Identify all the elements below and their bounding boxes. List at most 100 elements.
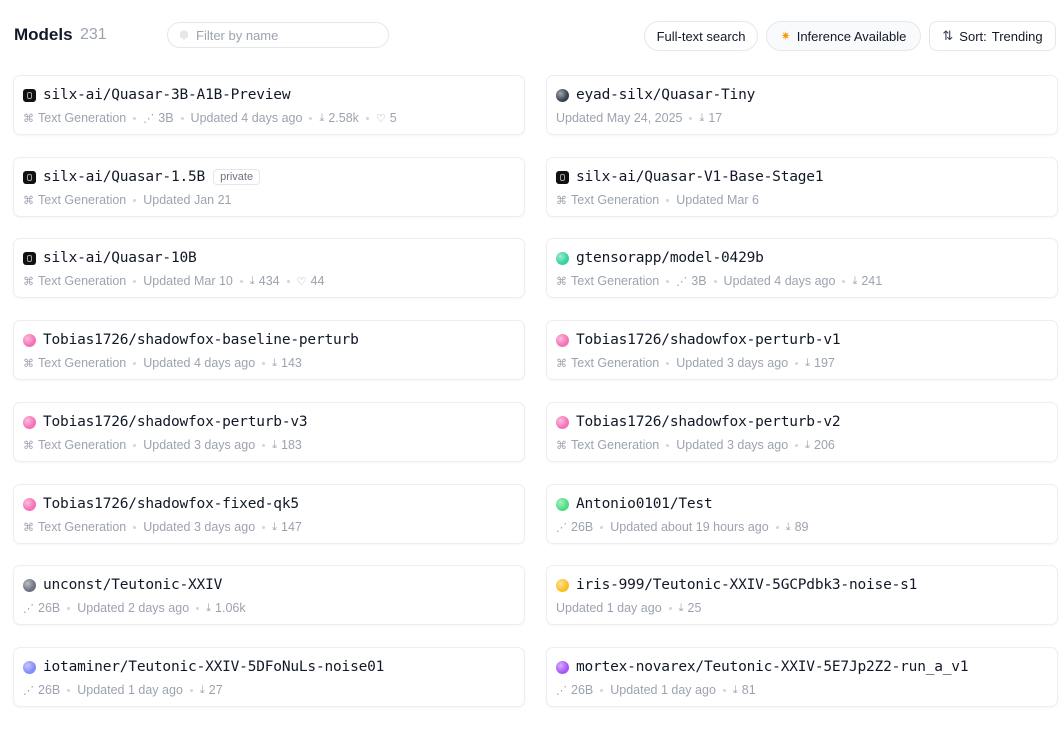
sort-label: Sort:: [959, 28, 987, 44]
model-meta: ⌘ Text Generation ⋰ 3B Updated 4 days ago ⤓ 2.…: [23, 111, 397, 125]
model-meta: ⌘ Text Generation Updated 3 days ago ⤓ 197: [556, 356, 835, 370]
separator-dot: [666, 443, 670, 447]
download-icon: ⤓: [206, 601, 212, 614]
model-name-row: eyad-silx/Quasar-Tiny: [556, 87, 755, 103]
pipeline-tag: Text Generation: [38, 520, 127, 534]
separator-dot: [133, 198, 137, 202]
avatar: [556, 251, 569, 265]
model-name[interactable]: Tobias1726/shadowfox-perturb-v3: [43, 414, 308, 430]
params-icon: ⋰: [23, 602, 34, 615]
model-name[interactable]: silx-ai/Quasar-1.5B: [43, 169, 205, 185]
avatar: [23, 333, 36, 347]
download-icon: ⤓: [699, 111, 705, 124]
downloads-count: 143: [281, 356, 302, 370]
downloads-count: 81: [741, 683, 756, 697]
models-header: Models 231 Full-text search ✷ Inference …: [0, 0, 1060, 72]
model-name-row: Tobias1726/shadowfox-perturb-v3: [23, 414, 308, 430]
separator-dot: [600, 525, 604, 529]
separator-dot: [775, 525, 779, 529]
model-name[interactable]: Tobias1726/shadowfox-fixed-qk5: [43, 496, 299, 512]
separator-dot: [842, 279, 846, 283]
sort-icon: ⇅: [942, 28, 954, 43]
model-card[interactable]: Tobias1726/shadowfox-perturb-v1 ⌘ Text Gen…: [546, 320, 1058, 380]
separator-dot: [666, 361, 670, 365]
model-name[interactable]: iotaminer/Teutonic-XXIV-5DFoNuLs-noise01: [43, 659, 384, 675]
downloads-count: 197: [814, 356, 835, 370]
download-icon: ⤓: [199, 683, 205, 696]
full-text-search-button[interactable]: Full-text search: [644, 21, 758, 51]
model-name[interactable]: Tobias1726/shadowfox-perturb-v2: [576, 414, 841, 430]
model-meta: ⌘ Text Generation Updated Jan 21: [23, 193, 232, 207]
model-card[interactable]: Tobias1726/shadowfox-perturb-v3 ⌘ Text Gen…: [13, 402, 525, 462]
download-icon: ⤓: [852, 274, 858, 287]
model-meta: ⌘ Text Generation Updated 4 days ago ⤓ 143: [23, 356, 302, 370]
updated-date: Updated 1 day ago: [556, 601, 662, 615]
model-meta: ⋰ 26B Updated 2 days ago ⤓ 1.06k: [23, 601, 246, 615]
updated-date: Updated 3 days ago: [143, 520, 256, 534]
model-card[interactable]: silx-ai/Quasar-1.5B private ⌘ Text Generati…: [13, 157, 525, 217]
downloads-count: 2.58k: [328, 111, 359, 125]
model-card[interactable]: Tobias1726/shadowfox-fixed-qk5 ⌘ Text Gene…: [13, 484, 525, 544]
pipeline-tag: Text Generation: [571, 274, 660, 288]
params-count: 3B: [158, 111, 174, 125]
tag-icon: ⌘: [23, 112, 34, 125]
separator-dot: [722, 688, 726, 692]
model-name-row: iris-999/Teutonic-XXIV-5GCPdbk3-noise-s1: [556, 577, 917, 593]
separator-dot: [133, 525, 137, 529]
filter-box[interactable]: [167, 22, 389, 48]
updated-date: Updated Jan 21: [143, 193, 232, 207]
model-card[interactable]: iris-999/Teutonic-XXIV-5GCPdbk3-noise-s1…: [546, 565, 1058, 625]
model-card[interactable]: iotaminer/Teutonic-XXIV-5DFoNuLs-noise01…: [13, 647, 525, 707]
separator-dot: [795, 443, 799, 447]
model-meta: Updated May 24, 2025 ⤓ 17: [556, 111, 722, 125]
avatar: [23, 578, 36, 592]
tag-icon: ⌘: [556, 194, 567, 207]
model-meta: Updated 1 day ago ⤓ 25: [556, 601, 701, 615]
separator-dot: [309, 116, 313, 120]
model-name[interactable]: eyad-silx/Quasar-Tiny: [576, 87, 755, 103]
model-meta: ⌘ Text Generation ⋰ 3B Updated 4 days ago ⤓ 24…: [556, 274, 882, 288]
model-name[interactable]: Tobias1726/shadowfox-perturb-v1: [576, 332, 841, 348]
model-name[interactable]: Antonio0101/Test: [576, 496, 713, 512]
model-name[interactable]: Tobias1726/shadowfox-baseline-perturb: [43, 332, 359, 348]
model-name[interactable]: iris-999/Teutonic-XXIV-5GCPdbk3-noise-s1: [576, 577, 917, 593]
model-card[interactable]: Tobias1726/shadowfox-perturb-v2 ⌘ Text Gen…: [546, 402, 1058, 462]
download-icon: ⤓: [272, 438, 278, 451]
model-card[interactable]: silx-ai/Quasar-10B ⌘ Text Generation Update…: [13, 238, 525, 298]
separator-dot: [180, 116, 184, 120]
separator-dot: [668, 606, 672, 610]
params-count: 26B: [38, 683, 61, 697]
updated-date: Updated about 19 hours ago: [610, 520, 769, 534]
avatar: [23, 415, 36, 429]
avatar: [556, 497, 569, 511]
model-name[interactable]: silx-ai/Quasar-V1-Base-Stage1: [576, 169, 824, 185]
private-badge: private: [213, 169, 261, 185]
full-text-search-label: Full-text search: [656, 28, 746, 44]
tag-icon: ⌘: [556, 439, 567, 452]
filter-icon: [180, 30, 188, 40]
model-name[interactable]: silx-ai/Quasar-3B-A1B-Preview: [43, 87, 291, 103]
filter-input[interactable]: [196, 27, 376, 43]
model-name[interactable]: unconst/Teutonic-XXIV: [43, 577, 222, 593]
downloads-count: 89: [794, 520, 809, 534]
updated-date: Updated 1 day ago: [77, 683, 183, 697]
model-card[interactable]: Tobias1726/shadowfox-baseline-perturb ⌘ Te…: [13, 320, 525, 380]
params-count: 26B: [38, 601, 61, 615]
model-card[interactable]: gtensorapp/model-0429b ⌘ Text Generation ⋰ 3…: [546, 238, 1058, 298]
model-name[interactable]: gtensorapp/model-0429b: [576, 250, 764, 266]
model-card[interactable]: mortex-novarex/Teutonic-XXIV-5E7Jp2Z2-ru…: [546, 647, 1058, 707]
model-name[interactable]: mortex-novarex/Teutonic-XXIV-5E7Jp2Z2-ru…: [576, 659, 969, 675]
model-card[interactable]: eyad-silx/Quasar-Tiny Updated May 24, 202…: [546, 75, 1058, 135]
model-card[interactable]: Antonio0101/Test ⋰ 26B Updated about 19 hou…: [546, 484, 1058, 544]
sort-button[interactable]: ⇅ Sort: Trending: [929, 21, 1056, 51]
updated-date: Updated 2 days ago: [77, 601, 190, 615]
model-card[interactable]: unconst/Teutonic-XXIV ⋰ 26B Updated 2 days …: [13, 565, 525, 625]
separator-dot: [262, 361, 266, 365]
separator-dot: [600, 688, 604, 692]
model-card[interactable]: silx-ai/Quasar-3B-A1B-Preview ⌘ Text Gener…: [13, 75, 525, 135]
model-card[interactable]: silx-ai/Quasar-V1-Base-Stage1 ⌘ Text Gener…: [546, 157, 1058, 217]
updated-date: Updated 1 day ago: [610, 683, 716, 697]
separator-dot: [196, 606, 200, 610]
inference-available-button[interactable]: ✷ Inference Available: [766, 21, 921, 51]
model-name[interactable]: silx-ai/Quasar-10B: [43, 250, 197, 266]
